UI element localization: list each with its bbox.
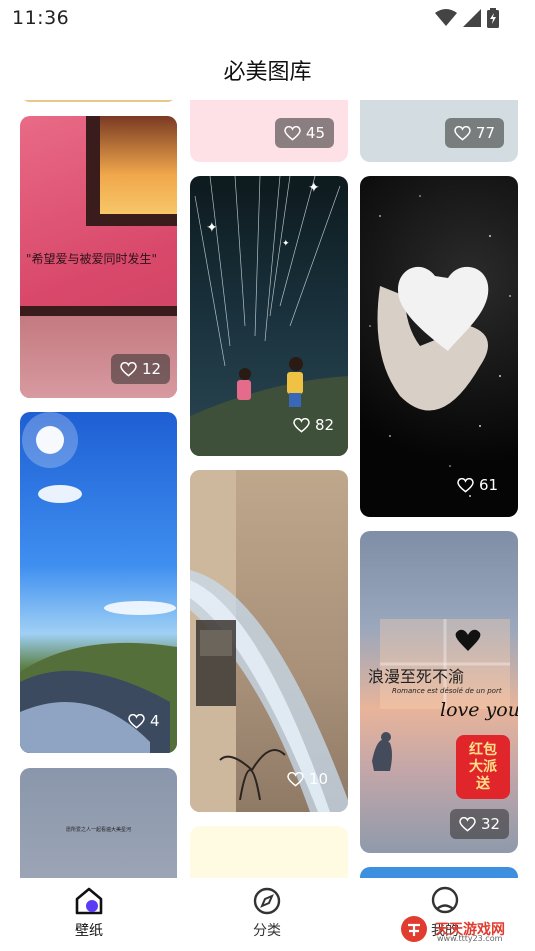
like-count: 45 xyxy=(305,124,325,142)
wallpaper-card[interactable]: 61 xyxy=(360,176,518,517)
wallpaper-card[interactable] xyxy=(360,867,518,878)
wall-caption: "希望爱与被爱同时发生" xyxy=(26,252,158,266)
like-badge[interactable]: 4 xyxy=(119,706,169,736)
like-badge[interactable]: 82 xyxy=(284,410,343,440)
heart-icon xyxy=(128,713,145,729)
like-count: 82 xyxy=(315,416,335,434)
svg-text:✦: ✦ xyxy=(308,180,320,196)
wallpaper-card[interactable]: 愿所爱之人一起看遍大美星河 xyxy=(20,768,177,878)
wallpaper-card[interactable]: 45 xyxy=(190,100,348,162)
like-badge[interactable]: 12 xyxy=(111,354,171,384)
wall-window xyxy=(86,116,177,226)
wallpaper-card[interactable] xyxy=(190,826,348,878)
wallpaper-card[interactable]: 77 xyxy=(360,100,518,162)
like-badge[interactable]: 45 xyxy=(274,118,334,148)
like-count: 32 xyxy=(481,815,501,833)
like-badge[interactable]: 77 xyxy=(444,118,504,148)
page-title: 必美图库 xyxy=(223,60,312,85)
svg-text:✦: ✦ xyxy=(282,239,290,249)
wall-floor xyxy=(20,306,177,398)
signal-icon xyxy=(463,9,481,27)
site-watermark: 天天游戏网 www.ttty23.com xyxy=(399,912,529,946)
like-count: 61 xyxy=(479,476,499,494)
wallpaper-card[interactable]: ✦ ✦ ✦ 82 xyxy=(190,176,348,456)
status-icons xyxy=(435,8,499,28)
wallpaper-card-partial[interactable] xyxy=(20,100,177,102)
status-time: 11:36 xyxy=(12,7,70,29)
heart-icon xyxy=(287,771,304,787)
like-count: 77 xyxy=(475,124,495,142)
home-icon xyxy=(75,887,103,915)
wallpaper-card[interactable]: 10 xyxy=(190,470,348,812)
like-count: 10 xyxy=(309,770,329,788)
red-envelope-label: 红包大派送 xyxy=(469,741,497,792)
like-badge[interactable]: 32 xyxy=(450,809,510,839)
heart-hand-illustration xyxy=(369,195,511,497)
wallpaper-card[interactable]: 4 xyxy=(20,412,177,753)
heart-icon xyxy=(459,816,476,832)
wallpaper-card[interactable]: "希望爱与被爱同时发生" 12 xyxy=(20,116,177,398)
like-count: 4 xyxy=(150,712,160,730)
sky-illustration xyxy=(20,412,177,753)
red-envelope-badge[interactable]: 红包大派送 xyxy=(456,735,510,799)
wallpaper-card[interactable]: 浪漫至死不渝 Romance est désolé de un port lov… xyxy=(360,531,518,853)
card-caption: 愿所爱之人一起看遍大美星河 xyxy=(65,827,131,833)
wall-caption-fr: Romance est désolé de un port xyxy=(392,687,502,695)
tab-wallpaper[interactable]: 壁纸 xyxy=(49,886,129,940)
like-badge[interactable]: 10 xyxy=(278,764,337,794)
heart-icon xyxy=(293,417,310,433)
battery-icon xyxy=(487,8,499,28)
svg-text:✦: ✦ xyxy=(206,220,218,236)
wall-caption-en: love you xyxy=(440,699,518,721)
wallpaper-feed[interactable]: 45 77 "希望爱与被爱同时发生" 12 ✦ ✦ ✦ 82 61 4 10 浪… xyxy=(0,100,535,878)
app-header: 必美图库 xyxy=(0,36,535,100)
watermark-logo xyxy=(401,916,427,942)
tab-label: 壁纸 xyxy=(75,923,103,939)
like-badge[interactable]: 61 xyxy=(448,470,507,500)
tab-category[interactable]: 分类 xyxy=(227,886,307,940)
wifi-icon xyxy=(435,9,457,26)
wall-caption-cn: 浪漫至死不渝 xyxy=(368,667,465,686)
heart-icon xyxy=(457,477,474,493)
heart-icon xyxy=(120,361,137,377)
like-count: 12 xyxy=(142,360,162,378)
watermark-url: www.ttty23.com xyxy=(437,934,503,943)
status-bar: 11:36 xyxy=(0,0,535,36)
room-galaxy-illustration xyxy=(190,470,348,812)
heart-icon xyxy=(454,125,471,141)
compass-icon xyxy=(253,887,281,915)
heart-icon xyxy=(284,125,301,141)
tab-label: 分类 xyxy=(253,923,281,939)
